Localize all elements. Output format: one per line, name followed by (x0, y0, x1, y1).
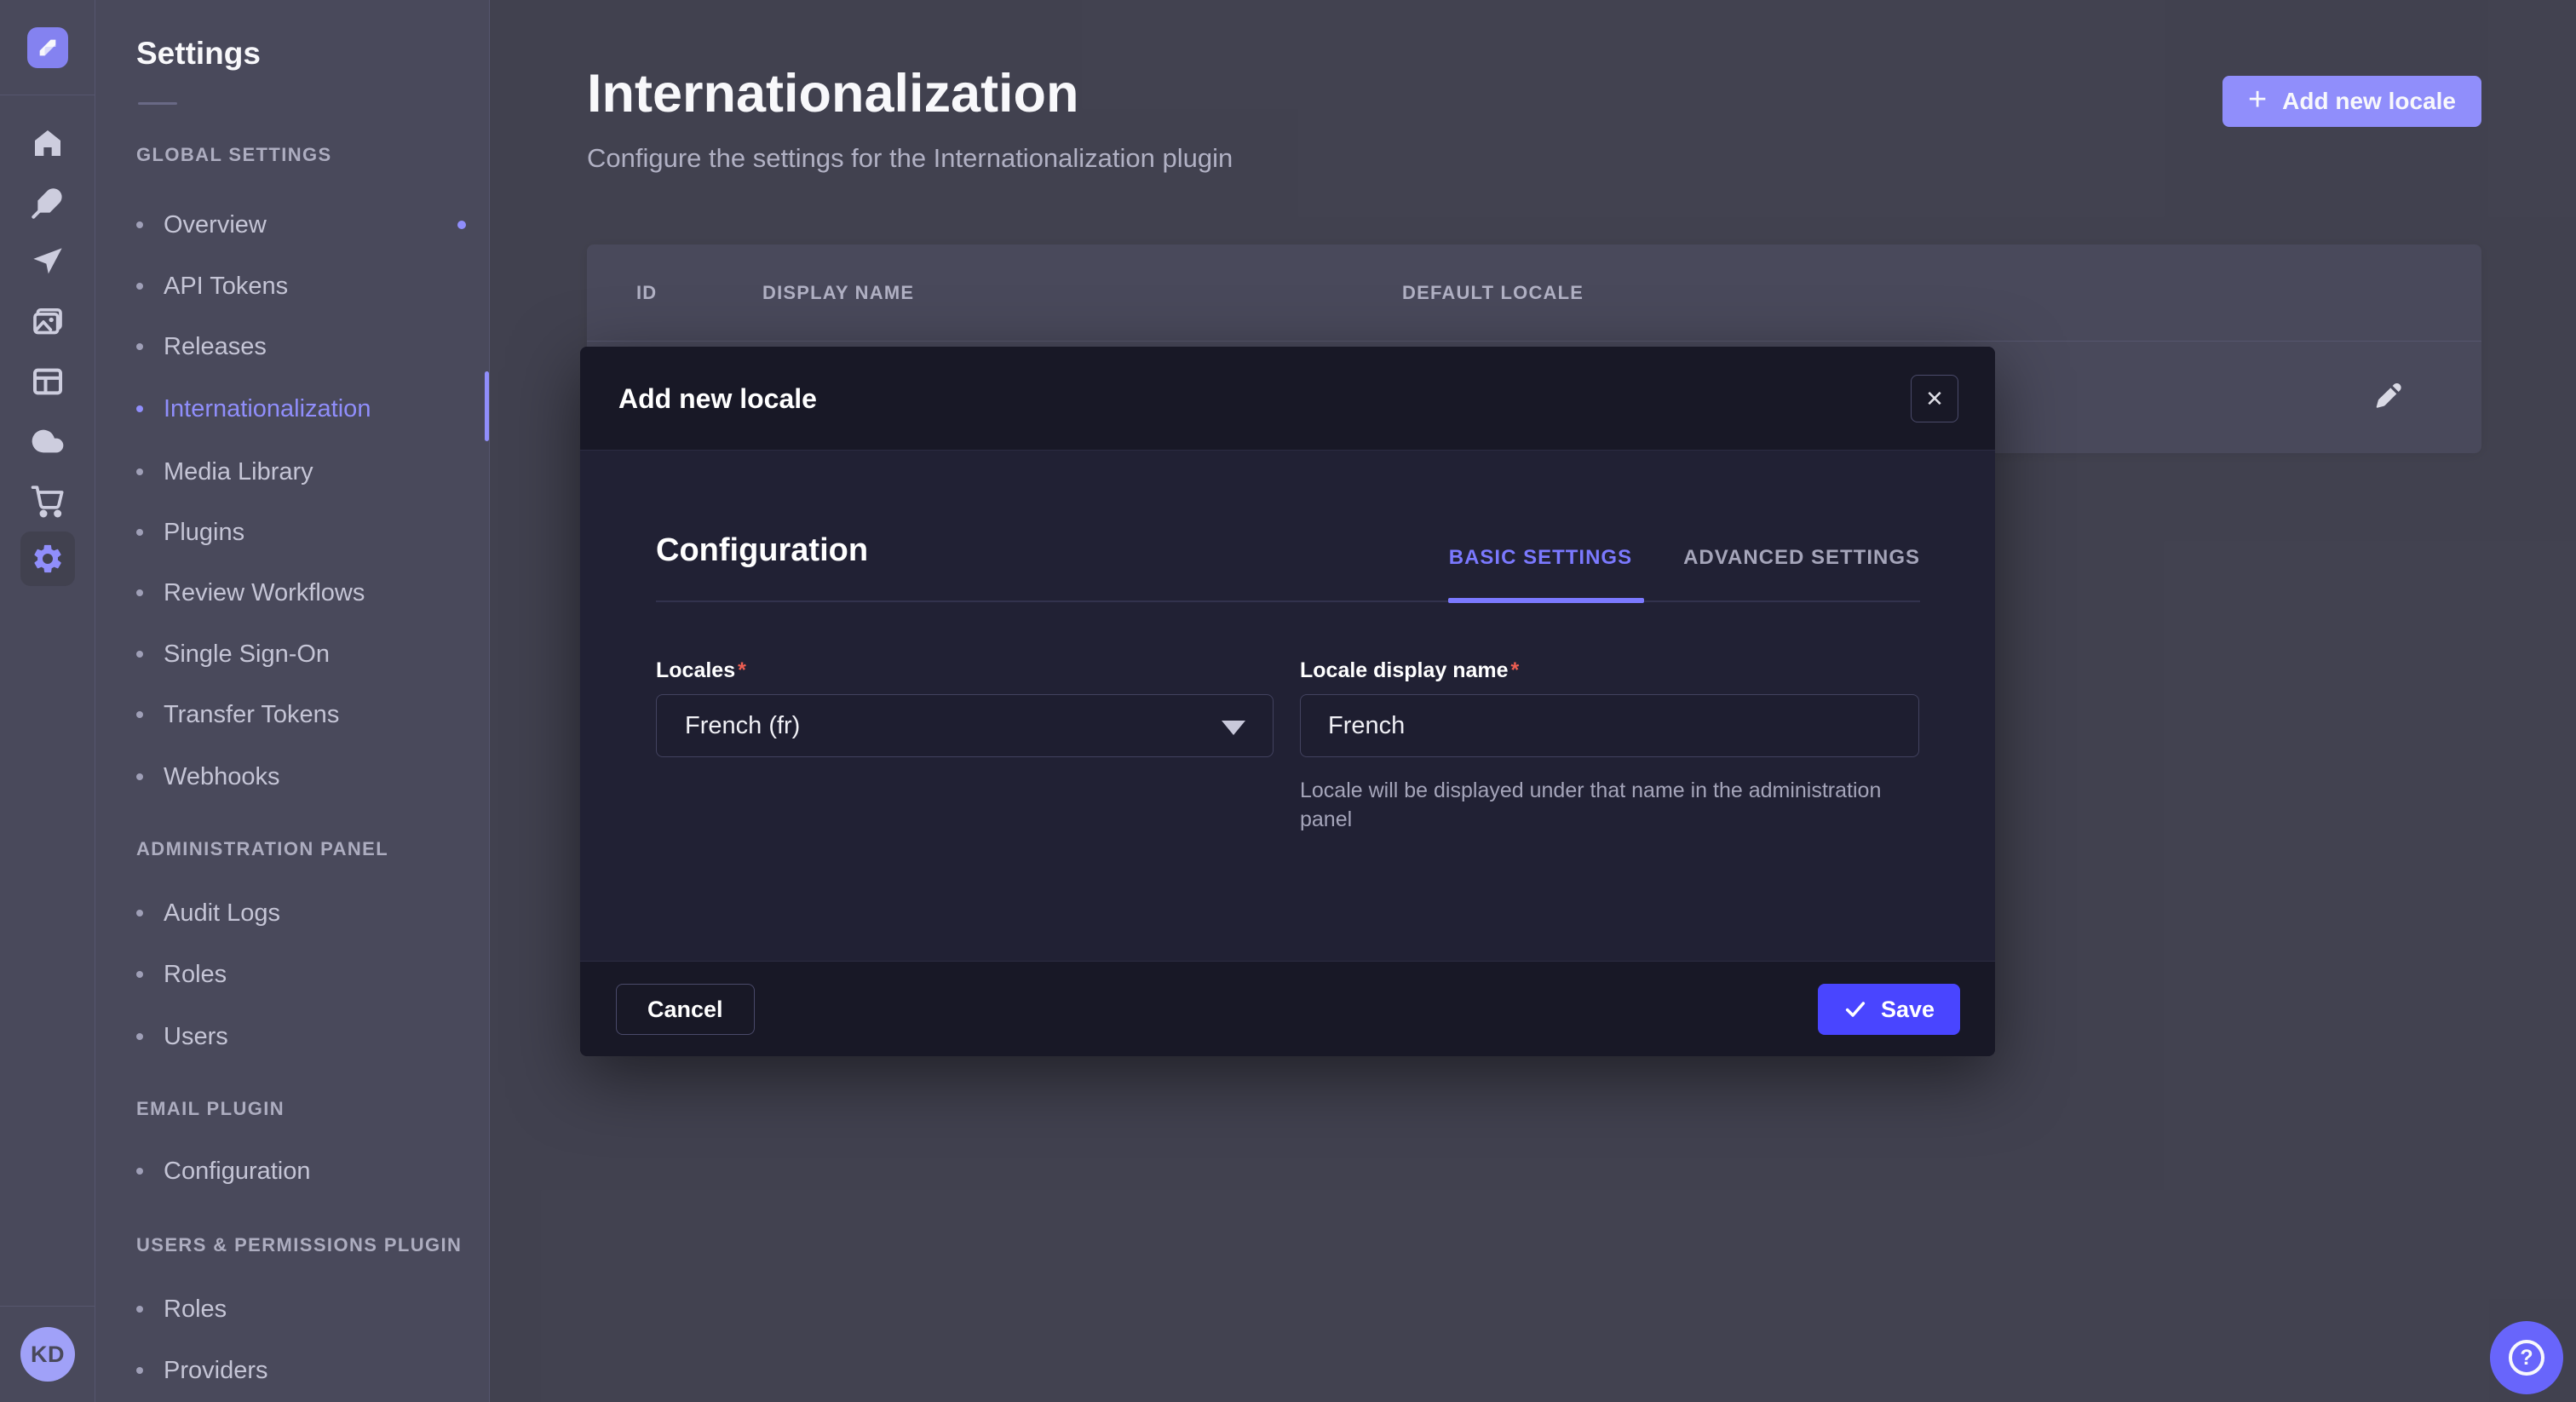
required-asterisk: * (1511, 658, 1520, 682)
close-icon: ✕ (1925, 386, 1944, 412)
tab-basic-settings[interactable]: BASIC SETTINGS (1449, 546, 1632, 570)
locales-select[interactable]: French (fr) (656, 694, 1274, 757)
display-name-label-text: Locale display name (1300, 658, 1509, 682)
close-modal-button[interactable]: ✕ (1911, 375, 1958, 422)
tab-advanced-settings[interactable]: ADVANCED SETTINGS (1683, 546, 1920, 570)
display-name-hint: Locale will be displayed under that name… (1300, 776, 1905, 834)
settings-tabs: BASIC SETTINGS ADVANCED SETTINGS (1449, 546, 1920, 570)
cancel-button[interactable]: Cancel (616, 984, 755, 1035)
check-icon (1843, 997, 1867, 1021)
locales-select-value: French (fr) (685, 695, 800, 756)
modal-body: Configuration BASIC SETTINGS ADVANCED SE… (580, 451, 1995, 961)
strapi-admin-screen: KD Settings GLOBAL SETTINGS Overview API… (0, 0, 2576, 1402)
modal-header: Add new locale ✕ (580, 347, 1995, 451)
chevron-down-icon (1222, 721, 1245, 735)
required-asterisk: * (738, 658, 746, 682)
save-button-label: Save (1881, 997, 1935, 1023)
modal-footer: Cancel Save (580, 961, 1995, 1056)
active-tab-underline (1448, 598, 1644, 603)
locales-field-label: Locales* (656, 658, 746, 683)
save-button[interactable]: Save (1818, 984, 1960, 1035)
tabs-divider (656, 600, 1920, 602)
display-name-input[interactable] (1300, 694, 1919, 757)
modal-title: Add new locale (618, 347, 817, 451)
configuration-title: Configuration (656, 532, 868, 569)
add-locale-modal: Add new locale ✕ Configuration BASIC SET… (580, 347, 1995, 1056)
display-name-field-label: Locale display name* (1300, 658, 1519, 683)
locales-label-text: Locales (656, 658, 735, 682)
